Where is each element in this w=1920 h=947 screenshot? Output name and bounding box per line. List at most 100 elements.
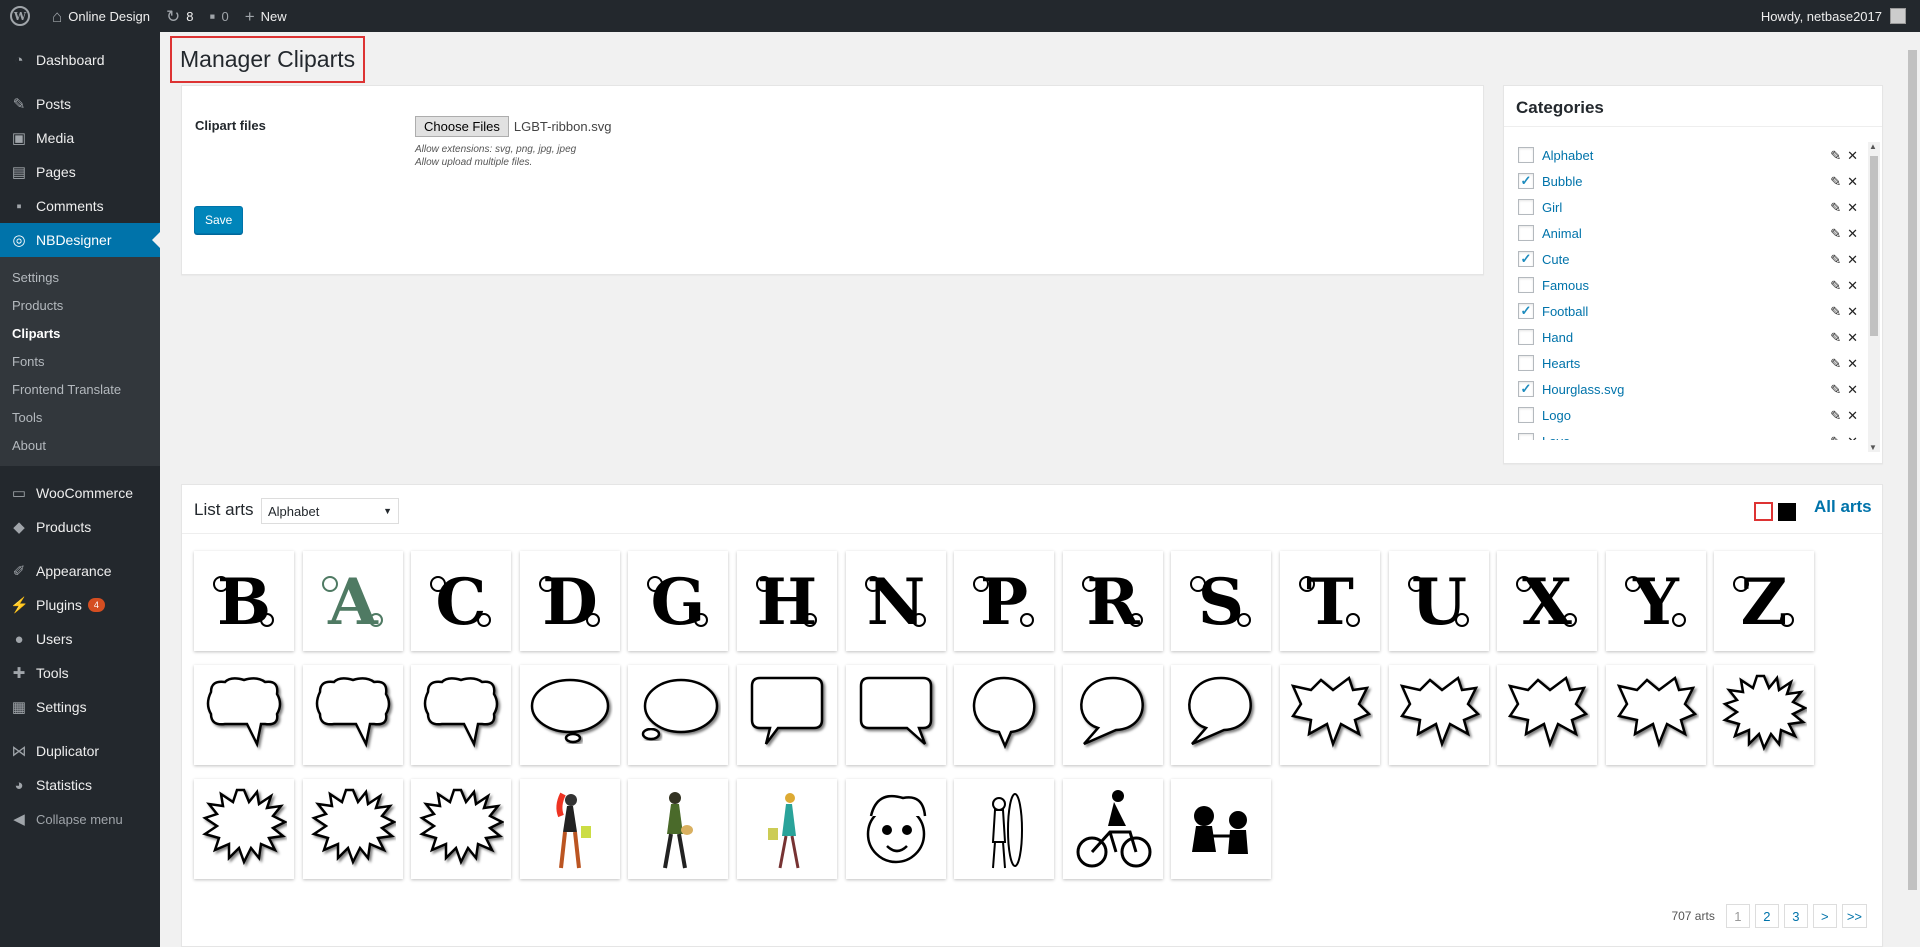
sidebar-item-products[interactable]: ◆ Products [0, 510, 160, 544]
clipart-tile-letter[interactable]: B [194, 551, 294, 651]
black-background-swatch[interactable] [1778, 503, 1796, 521]
delete-x-icon[interactable]: ✕ [1847, 330, 1858, 346]
delete-x-icon[interactable]: ✕ [1847, 356, 1858, 372]
clipart-tile-letter[interactable]: R [1063, 551, 1163, 651]
scrollbar-thumb[interactable] [1870, 156, 1878, 336]
category-name-link[interactable]: Alphabet [1542, 148, 1593, 163]
collapse-menu-button[interactable]: ◀ Collapse menu [0, 802, 160, 836]
category-checkbox[interactable]: ✓ [1518, 173, 1534, 189]
clipart-tile-bubble[interactable] [411, 779, 511, 879]
clipart-tile-bubble[interactable] [1497, 665, 1597, 765]
categories-scrollbar[interactable]: ▲ ▼ [1868, 142, 1880, 452]
all-arts-link[interactable]: All arts [1814, 497, 1872, 517]
clipart-tile-bubble[interactable] [194, 665, 294, 765]
submenu-item-frontend-translate[interactable]: Frontend Translate [0, 376, 160, 404]
clipart-tile-person[interactable] [628, 779, 728, 879]
page-scrollbar[interactable] [1905, 32, 1920, 947]
category-name-link[interactable]: Girl [1542, 200, 1562, 215]
page-link[interactable]: 1 [1725, 904, 1750, 928]
edit-pencil-icon[interactable]: ✎ [1830, 200, 1841, 216]
sidebar-item-plugins[interactable]: ⚡ Plugins 4 [0, 588, 160, 622]
clipart-tile-letter[interactable]: G [628, 551, 728, 651]
page-link[interactable]: 2 [1754, 904, 1779, 928]
clipart-tile-bubble[interactable] [520, 665, 620, 765]
edit-pencil-icon[interactable]: ✎ [1830, 408, 1841, 424]
delete-x-icon[interactable]: ✕ [1847, 382, 1858, 398]
edit-pencil-icon[interactable]: ✎ [1830, 304, 1841, 320]
category-name-link[interactable]: Logo [1542, 408, 1571, 423]
clipart-tile-bubble[interactable] [1606, 665, 1706, 765]
clipart-tile-bubble[interactable] [411, 665, 511, 765]
clipart-tile-bubble[interactable] [1171, 665, 1271, 765]
scroll-down-icon[interactable]: ▼ [1869, 443, 1877, 452]
my-account-link[interactable]: Howdy, netbase2017 [1761, 8, 1920, 24]
edit-pencil-icon[interactable]: ✎ [1830, 382, 1841, 398]
category-checkbox[interactable] [1518, 407, 1534, 423]
category-name-link[interactable]: Cute [1542, 252, 1569, 267]
category-checkbox[interactable] [1518, 355, 1534, 371]
clipart-tile-bubble[interactable] [303, 779, 403, 879]
category-checkbox[interactable]: ✓ [1518, 303, 1534, 319]
edit-pencil-icon[interactable]: ✎ [1830, 226, 1841, 242]
delete-x-icon[interactable]: ✕ [1847, 278, 1858, 294]
clipart-tile-bubble[interactable] [1280, 665, 1380, 765]
edit-pencil-icon[interactable]: ✎ [1830, 434, 1841, 440]
edit-pencil-icon[interactable]: ✎ [1830, 330, 1841, 346]
delete-x-icon[interactable]: ✕ [1847, 148, 1858, 164]
sidebar-item-woocommerce[interactable]: ▭ WooCommerce [0, 476, 160, 510]
sidebar-item-duplicator[interactable]: ⋈ Duplicator [0, 734, 160, 768]
clipart-tile-letter[interactable]: N [846, 551, 946, 651]
category-name-link[interactable]: Hand [1542, 330, 1573, 345]
clipart-tile-bubble[interactable] [954, 665, 1054, 765]
clipart-tile-person[interactable] [846, 779, 946, 879]
clipart-tile-bubble[interactable] [303, 665, 403, 765]
category-name-link[interactable]: Bubble [1542, 174, 1582, 189]
clipart-tile-letter[interactable]: T [1280, 551, 1380, 651]
submenu-item-about[interactable]: About [0, 432, 160, 460]
edit-pencil-icon[interactable]: ✎ [1830, 278, 1841, 294]
category-name-link[interactable]: Football [1542, 304, 1588, 319]
new-content-link[interactable]: + New [237, 0, 295, 32]
clipart-tile-letter[interactable]: Z [1714, 551, 1814, 651]
clipart-tile-letter[interactable]: P [954, 551, 1054, 651]
sidebar-item-statistics[interactable]: ◕ Statistics [0, 768, 160, 802]
category-name-link[interactable]: Hearts [1542, 356, 1580, 371]
save-button[interactable]: Save [194, 206, 244, 234]
clipart-tile-person[interactable] [737, 779, 837, 879]
clipart-tile-bubble[interactable] [194, 779, 294, 879]
page-link[interactable]: > [1812, 904, 1837, 928]
sidebar-item-settings[interactable]: ▦ Settings [0, 690, 160, 724]
category-checkbox[interactable] [1518, 199, 1534, 215]
clipart-tile-bubble[interactable] [1714, 665, 1814, 765]
category-checkbox[interactable] [1518, 225, 1534, 241]
delete-x-icon[interactable]: ✕ [1847, 408, 1858, 424]
clipart-tile-person[interactable] [1171, 779, 1271, 879]
delete-x-icon[interactable]: ✕ [1847, 304, 1858, 320]
clipart-tile-letter[interactable]: A [303, 551, 403, 651]
category-name-link[interactable]: Famous [1542, 278, 1589, 293]
sidebar-item-appearance[interactable]: ✐ Appearance [0, 554, 160, 588]
clipart-tile-person[interactable] [954, 779, 1054, 879]
sidebar-item-dashboard[interactable]: ◔ Dashboard [0, 43, 160, 77]
sidebar-item-tools[interactable]: ✚ Tools [0, 656, 160, 690]
updates-link[interactable]: ↻ 8 [158, 0, 201, 32]
clipart-tile-bubble[interactable] [1063, 665, 1163, 765]
submenu-item-tools[interactable]: Tools [0, 404, 160, 432]
clipart-tile-letter[interactable]: D [520, 551, 620, 651]
sidebar-item-nbdesigner[interactable]: ◎ NBDesigner [0, 223, 160, 257]
site-name-link[interactable]: ⌂ Online Design [44, 0, 158, 32]
page-scrollbar-thumb[interactable] [1908, 50, 1917, 890]
category-checkbox[interactable] [1518, 277, 1534, 293]
clipart-tile-bubble[interactable] [846, 665, 946, 765]
page-link[interactable]: >> [1841, 904, 1867, 928]
category-checkbox[interactable] [1518, 433, 1534, 440]
category-checkbox[interactable]: ✓ [1518, 381, 1534, 397]
edit-pencil-icon[interactable]: ✎ [1830, 174, 1841, 190]
submenu-item-fonts[interactable]: Fonts [0, 348, 160, 376]
sidebar-item-posts[interactable]: ✎ Posts [0, 87, 160, 121]
sidebar-item-pages[interactable]: ▤ Pages [0, 155, 160, 189]
submenu-item-settings[interactable]: Settings [0, 264, 160, 292]
category-select[interactable]: Alphabet ▼ [261, 498, 399, 524]
clipart-tile-person[interactable] [520, 779, 620, 879]
clipart-tile-letter[interactable]: C [411, 551, 511, 651]
